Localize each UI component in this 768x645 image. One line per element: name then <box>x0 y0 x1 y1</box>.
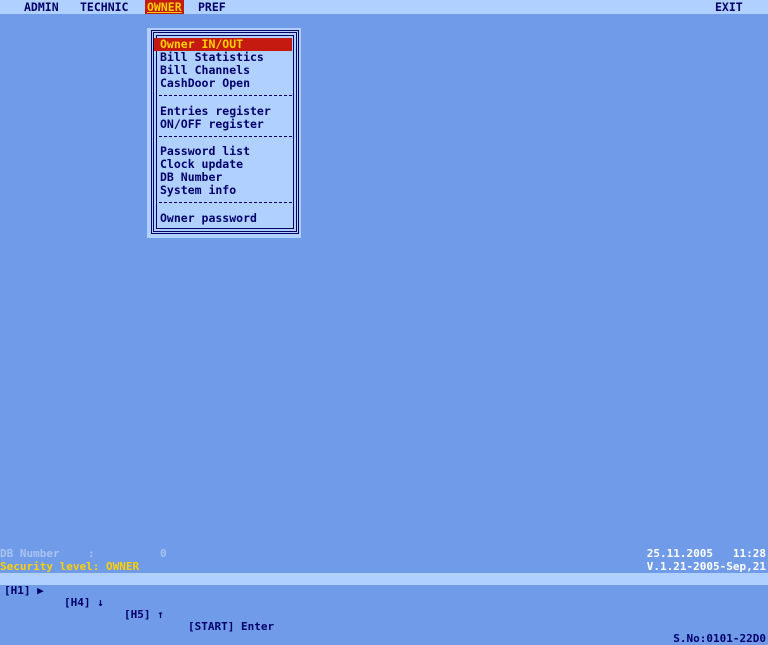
menu-owner[interactable]: OWNER <box>145 0 184 14</box>
db-number-value: 0 <box>160 547 167 560</box>
menu-item-cashdoor-open[interactable]: CashDoor Open <box>154 77 292 90</box>
menu-bar: ADMIN TECHNIC OWNER PREF EXIT <box>0 0 768 14</box>
serial-number: S.No:0101-22D0 <box>673 632 766 645</box>
key-start-action: Enter <box>240 620 275 633</box>
db-number-label: DB Number <box>0 547 60 560</box>
menu-separator <box>159 136 292 138</box>
menu-item-system-info[interactable]: System info <box>154 184 292 197</box>
key-start-hint: [START] Enter <box>188 621 274 633</box>
owner-dropdown-menu: Owner IN/OUT Bill Statistics Bill Channe… <box>147 28 301 238</box>
arrow-right-icon: ▶ <box>37 584 44 597</box>
security-level-value: OWNER <box>105 560 140 573</box>
date-display: 25.11.2005 <box>646 547 713 560</box>
key-h1-label: [H1] <box>4 584 31 597</box>
menu-technic[interactable]: TECHNIC <box>78 0 130 14</box>
security-level-status: Security level: OWNER <box>0 561 139 573</box>
key-h5-label: [H5] <box>124 608 151 621</box>
security-level-label: Security level: <box>0 560 100 573</box>
arrow-up-icon: ↑ <box>157 608 164 621</box>
key-h1-hint: [H1] ▶ <box>4 585 44 597</box>
menu-pref[interactable]: PREF <box>196 0 228 14</box>
menu-separator <box>159 202 292 204</box>
menu-item-owner-password[interactable]: Owner password <box>154 212 292 225</box>
menu-separator <box>159 95 292 97</box>
menu-exit[interactable]: EXIT <box>713 0 745 14</box>
time-display: 11:28 <box>732 547 766 560</box>
menu-item-on-off-register[interactable]: ON/OFF register <box>154 118 292 131</box>
arrow-down-icon: ↓ <box>97 596 104 609</box>
key-h4-hint: [H4] ↓ <box>64 597 104 609</box>
key-h4-label: [H4] <box>64 596 91 609</box>
db-number-status: DB Number: 0 <box>0 547 167 560</box>
db-number-colon: : <box>88 547 95 560</box>
key-start-label: [START] <box>188 620 235 633</box>
version-status: V.1.21-2005-Sep,21 <box>646 560 766 573</box>
key-hint-bar: [H1] ▶ [H4] ↓ [H5] ↑ [START] Enter S.No:… <box>0 573 768 645</box>
date-time-status: 25.11.2005 11:28 <box>647 548 766 560</box>
key-h5-hint: [H5] ↑ <box>124 609 164 621</box>
menu-admin[interactable]: ADMIN <box>22 0 61 14</box>
